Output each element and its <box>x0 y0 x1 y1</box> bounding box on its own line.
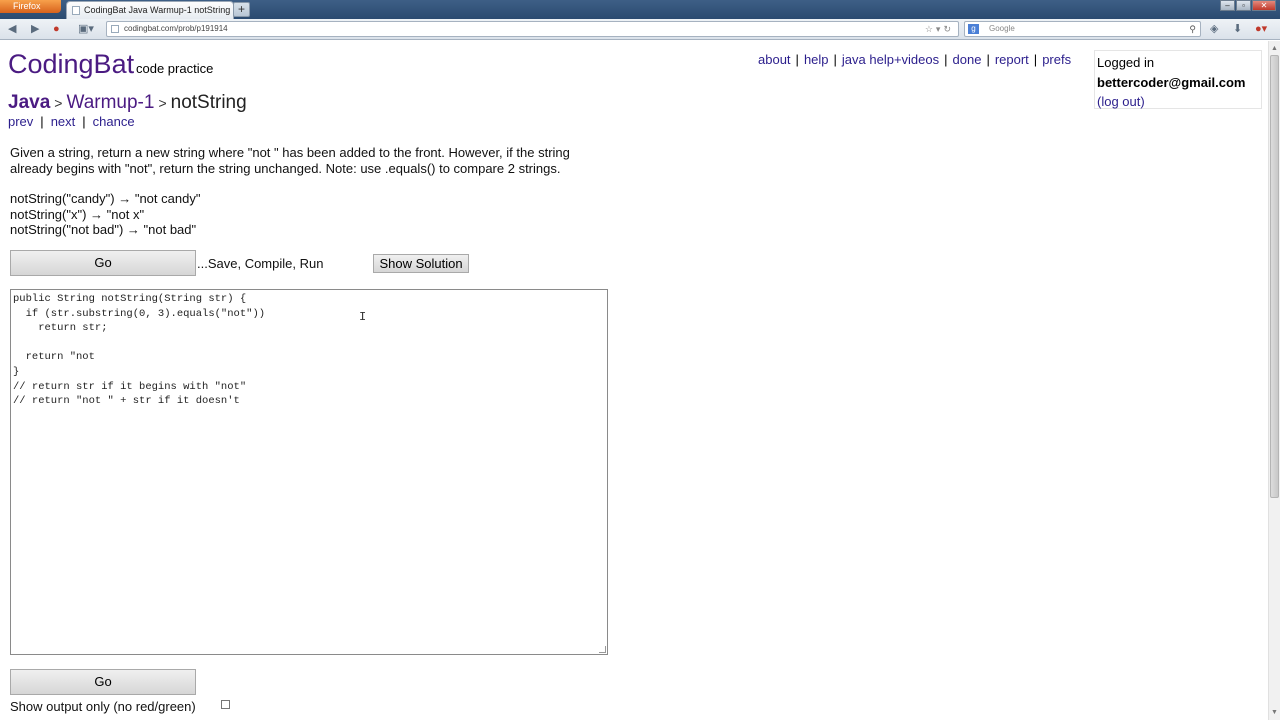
new-tab-button[interactable]: + <box>233 2 250 17</box>
save-compile-run-text: ...Save, Compile, Run <box>197 256 324 271</box>
description-line: Given a string, return a new string wher… <box>10 145 570 160</box>
go-button-bottom[interactable]: Go <box>10 669 196 695</box>
about-link[interactable]: about <box>758 52 791 67</box>
search-placeholder: Google <box>989 24 1015 33</box>
back-icon[interactable]: ◀ <box>8 23 16 35</box>
browser-navbar: ◀ ▶ ● ▣▾ codingbat.com/prob/p191914 ☆▾↻ … <box>0 19 1280 40</box>
google-engine-icon[interactable]: g <box>968 24 979 34</box>
breadcrumb-separator: > <box>158 95 167 111</box>
firefox-menu-button[interactable]: Firefox <box>0 0 61 13</box>
problem-description: Given a string, return a new string wher… <box>10 145 630 176</box>
page-title: notString <box>170 92 247 113</box>
addon-icon[interactable]: ● <box>53 23 60 35</box>
url-text: codingbat.com/prob/p191914 <box>124 24 228 33</box>
show-solution-button[interactable]: Show Solution <box>373 254 469 273</box>
report-link[interactable]: report <box>995 52 1029 67</box>
breadcrumb: Java > Warmup-1 > notString <box>8 92 247 114</box>
download-icon[interactable]: ⬇ <box>1233 23 1242 35</box>
close-icon[interactable]: ✕ <box>1252 0 1276 11</box>
browser-tab[interactable]: CodingBat Java Warmup-1 notString <box>66 1 234 19</box>
user-email: bettercoder@gmail.com <box>1097 74 1246 90</box>
output-only-label: Show output only (no red/green) <box>10 699 196 714</box>
problem-nav: prev | next | chance <box>8 114 135 129</box>
examples: notString("candy") → "not candy" notStri… <box>10 191 200 238</box>
help-link[interactable]: help <box>804 52 829 67</box>
example-line: notString("not bad") → "not bad" <box>10 222 197 237</box>
next-link[interactable]: next <box>51 114 76 129</box>
scroll-down-icon[interactable]: ▼ <box>1271 709 1278 717</box>
search-icon[interactable]: ⚲ <box>1189 22 1196 36</box>
code-editor[interactable]: public String notString(String str) { if… <box>10 289 608 655</box>
top-links: about | help | java help+videos | done | report |… <box>758 52 1072 67</box>
tab-title: CodingBat Java Warmup-1 notString <box>84 5 231 15</box>
page-scrollbar[interactable]: ▲ ▼ <box>1268 41 1280 720</box>
url-bar[interactable]: codingbat.com/prob/p191914 ☆▾↻ <box>106 21 959 37</box>
addon-shield-icon[interactable]: ◈ <box>1210 23 1218 35</box>
forward-icon[interactable]: ▶ <box>31 23 39 35</box>
example-line: notString("candy") → "not candy" <box>10 191 201 206</box>
go-button-top[interactable]: Go <box>10 250 196 276</box>
page-favicon-icon <box>72 6 80 15</box>
text-cursor-icon: I <box>359 310 367 324</box>
minimize-icon[interactable]: – <box>1220 0 1235 11</box>
breadcrumb-separator: > <box>54 95 63 111</box>
site-tagline: code practice <box>136 61 214 76</box>
login-status: Logged in <box>1097 55 1155 70</box>
browser-titlebar: Firefox CodingBat Java Warmup-1 notStrin… <box>0 0 1280 19</box>
example-line: notString("x") → "not x" <box>10 206 145 222</box>
toolbar-menu-icon[interactable]: ▣▾ <box>78 23 94 35</box>
output-only-checkbox[interactable] <box>221 700 230 709</box>
scrollbar-thumb[interactable] <box>1270 55 1279 498</box>
chance-link[interactable]: chance <box>93 114 135 129</box>
url-bar-icons[interactable]: ☆▾↻ <box>925 22 954 36</box>
addon-menu-icon[interactable]: ●▾ <box>1255 23 1267 35</box>
scroll-up-icon[interactable]: ▲ <box>1271 45 1278 53</box>
login-box: Logged in bettercoder@gmail.com (log out… <box>1094 50 1262 109</box>
prev-link[interactable]: prev <box>8 114 33 129</box>
prefs-link[interactable]: prefs <box>1042 52 1071 67</box>
code-text[interactable]: public String notString(String str) { if… <box>13 292 265 409</box>
logout-link[interactable]: (log out) <box>1097 94 1145 109</box>
done-link[interactable]: done <box>953 52 982 67</box>
breadcrumb-java[interactable]: Java <box>8 92 50 113</box>
maximize-icon[interactable]: ▫ <box>1236 0 1251 11</box>
resize-handle-icon[interactable] <box>599 646 606 653</box>
description-line: already begins with "not", return the st… <box>10 160 561 176</box>
java-help-link[interactable]: java help+videos <box>842 52 939 67</box>
site-logo[interactable]: CodingBat <box>8 49 134 80</box>
window-controls: – ▫ ✕ <box>1219 0 1276 11</box>
search-bar[interactable]: g Google ⚲ <box>964 21 1201 37</box>
breadcrumb-warmup[interactable]: Warmup-1 <box>66 92 154 113</box>
site-identity-icon <box>111 25 119 33</box>
